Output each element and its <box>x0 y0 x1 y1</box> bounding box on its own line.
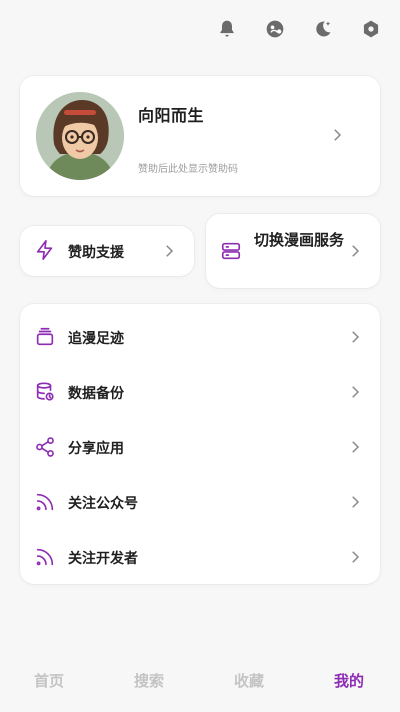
profile-subtitle: 赞助后此处显示赞助码 <box>138 164 238 175</box>
chevron-right-icon <box>160 242 178 264</box>
menu-item-follow-official-account[interactable]: 关注公众号 <box>20 473 380 528</box>
profile-card[interactable]: 向阳而生 赞助后此处显示赞助码 <box>20 76 380 196</box>
menu-item-label: 关注开发者 <box>68 551 138 567</box>
theme-avatar-icon[interactable] <box>264 18 286 40</box>
profile-name: 向阳而生 <box>138 106 205 125</box>
sponsor-button[interactable]: 赞助支援 <box>20 226 194 276</box>
moon-icon[interactable] <box>312 18 334 40</box>
sponsor-label: 赞助支援 <box>68 245 124 261</box>
menu-item-follow-developer[interactable]: 关注开发者 <box>20 528 380 583</box>
switch-service-label: 切换漫画服务 <box>254 231 345 249</box>
menu-item-label: 关注公众号 <box>68 496 138 512</box>
bell-icon[interactable] <box>216 18 238 40</box>
menu-item-data-backup[interactable]: 数据备份 <box>20 363 380 418</box>
lightning-icon <box>34 239 56 261</box>
settings-menu: 追漫足迹 数据备份 分享应用 关注公众号 关注开发者 <box>20 304 380 584</box>
avatar[interactable] <box>36 92 124 180</box>
chevron-right-icon <box>328 126 346 148</box>
tab-search[interactable]: 搜索 <box>134 670 164 691</box>
server-icon <box>220 240 242 262</box>
chevron-right-icon <box>346 242 364 264</box>
bookshelf-icon <box>34 326 56 348</box>
chevron-right-icon <box>346 548 364 570</box>
menu-item-label: 追漫足迹 <box>68 331 124 347</box>
menu-item-label: 数据备份 <box>68 386 124 402</box>
database-icon <box>34 381 56 403</box>
tab-mine[interactable]: 我的 <box>334 670 364 691</box>
rss-icon <box>34 546 56 568</box>
rss-icon <box>34 491 56 513</box>
top-toolbar <box>216 18 382 40</box>
chevron-right-icon <box>346 328 364 350</box>
switch-comic-service-button[interactable]: 切换漫画服务 <box>206 214 380 288</box>
menu-item-reading-history[interactable]: 追漫足迹 <box>20 308 380 363</box>
settings-icon[interactable] <box>360 18 382 40</box>
chevron-right-icon <box>346 383 364 405</box>
menu-item-label: 分享应用 <box>68 441 124 457</box>
tab-favorites[interactable]: 收藏 <box>234 670 264 691</box>
chevron-right-icon <box>346 493 364 515</box>
share-icon <box>34 436 56 458</box>
menu-item-share-app[interactable]: 分享应用 <box>20 418 380 473</box>
bottom-tab-bar: 首页 搜索 收藏 我的 <box>0 652 400 712</box>
tab-home[interactable]: 首页 <box>34 670 64 691</box>
chevron-right-icon <box>346 438 364 460</box>
